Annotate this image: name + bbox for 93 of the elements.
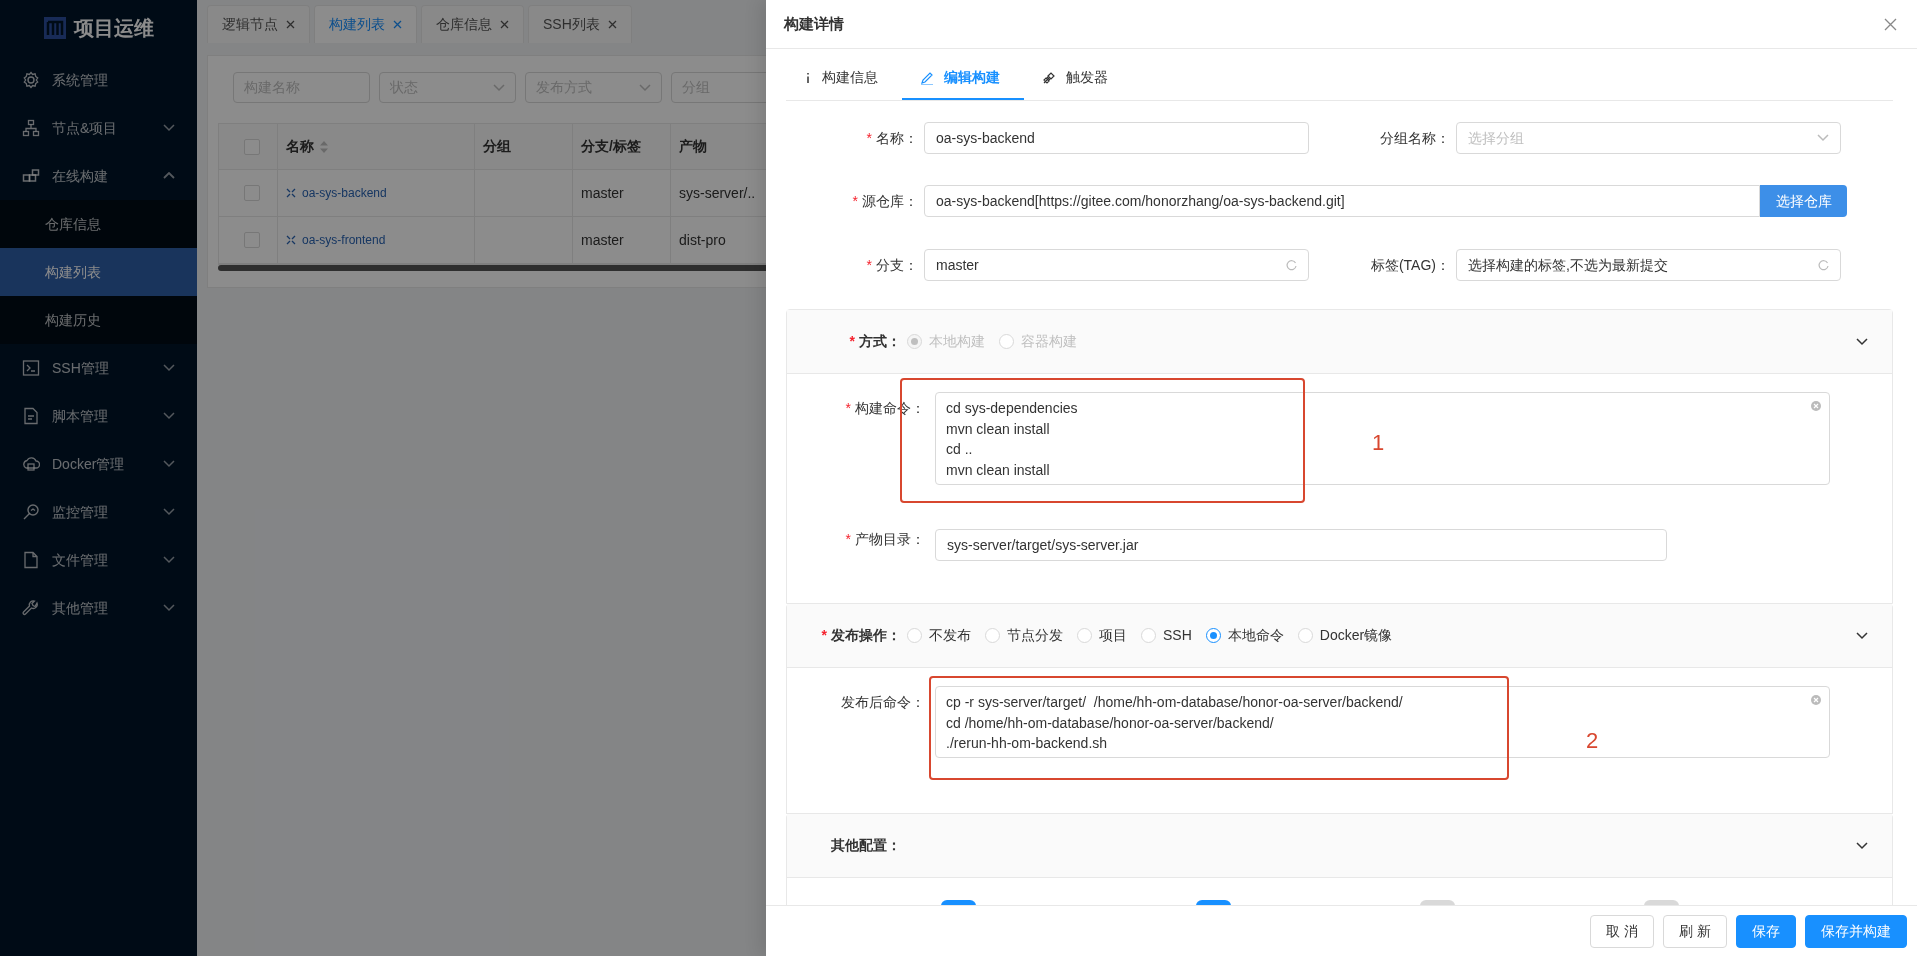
radio-option[interactable]: 节点分发 bbox=[985, 625, 1063, 646]
chevron-down-icon bbox=[639, 83, 651, 92]
close-icon bbox=[500, 20, 509, 29]
sidebar-item[interactable]: 节点&项目 bbox=[0, 104, 197, 152]
required-mark: * bbox=[845, 531, 851, 547]
cloud-icon bbox=[22, 455, 40, 473]
table-cell-text: master bbox=[581, 183, 624, 203]
expand-icon bbox=[286, 235, 296, 245]
field-label: 产物目录： bbox=[855, 531, 925, 547]
required-mark: * bbox=[849, 333, 855, 349]
sidebar-subitem[interactable]: 构建历史 bbox=[0, 296, 197, 344]
field-label: 分支： bbox=[876, 256, 918, 273]
field-label: 分组名称： bbox=[1380, 129, 1450, 146]
tab[interactable]: 触发器 bbox=[1024, 67, 1132, 100]
page-tab[interactable]: 仓库信息 bbox=[421, 5, 524, 43]
chevron-down-icon bbox=[1817, 134, 1829, 142]
chevron-down-icon bbox=[493, 83, 505, 92]
reload-icon bbox=[1817, 259, 1829, 271]
sidebar-item[interactable]: Docker管理 bbox=[0, 440, 197, 488]
column-header: 分组 bbox=[475, 124, 573, 169]
input-field[interactable]: master bbox=[924, 249, 1309, 281]
annotation-label: 2 bbox=[1586, 727, 1599, 755]
magnifier-icon bbox=[22, 503, 40, 521]
sidebar-item[interactable]: 其他管理 bbox=[0, 584, 197, 632]
required-mark: * bbox=[866, 129, 872, 146]
table-cell-text: dist-pro bbox=[679, 230, 726, 250]
field-label: 标签(TAG)： bbox=[1370, 256, 1450, 273]
sidebar-subitem[interactable]: 构建列表 bbox=[0, 248, 197, 296]
close-icon bbox=[607, 20, 617, 29]
column-header: 名称 bbox=[278, 124, 475, 169]
chevron-down-icon bbox=[1856, 631, 1868, 640]
annotation-label: 1 bbox=[1372, 429, 1385, 457]
sidebar-item[interactable]: 在线构建 bbox=[0, 152, 197, 200]
radio-option[interactable]: 不发布 bbox=[907, 625, 971, 646]
tab[interactable]: 编辑构建 bbox=[902, 67, 1024, 100]
sidebar-item[interactable]: SSH管理 bbox=[0, 344, 197, 392]
gear-icon bbox=[22, 71, 40, 89]
terminal-icon bbox=[22, 359, 40, 377]
save-button[interactable]: 保存 bbox=[1736, 914, 1796, 948]
document-icon bbox=[22, 407, 40, 425]
radio-option[interactable]: SSH bbox=[1141, 625, 1192, 646]
field-label: 名称： bbox=[876, 129, 918, 146]
table-cell-text: master bbox=[581, 230, 624, 250]
required-mark: * bbox=[852, 192, 858, 209]
input-field[interactable]: oa-sys-backend bbox=[924, 122, 1309, 154]
chevron-down-icon bbox=[1856, 841, 1868, 850]
select-field[interactable]: 选择构建的标签,不选为最新提交 bbox=[1456, 249, 1841, 281]
radio-option[interactable]: 项目 bbox=[1077, 625, 1127, 646]
column-header: 分支/标签 bbox=[573, 124, 671, 169]
field-label: 发布后命令： bbox=[841, 694, 925, 710]
sidebar-item[interactable]: 系统管理 bbox=[0, 56, 197, 104]
required-mark: * bbox=[866, 256, 872, 273]
action-button[interactable]: 取 消 bbox=[1590, 914, 1655, 948]
save-button[interactable]: 保存并构建 bbox=[1805, 914, 1907, 948]
page-tab[interactable]: 逻辑节点 bbox=[207, 5, 310, 43]
page-tab[interactable]: SSH列表 bbox=[528, 5, 632, 43]
field-label: 发布操作： bbox=[831, 627, 901, 643]
close-icon bbox=[286, 20, 295, 29]
field-label: 源仓库： bbox=[862, 192, 918, 209]
page-tab[interactable]: 构建列表 bbox=[314, 5, 417, 43]
required-mark: * bbox=[821, 627, 827, 643]
expand-icon bbox=[286, 188, 296, 198]
field-label: 方式： bbox=[859, 333, 901, 349]
chevron-down-icon bbox=[1856, 337, 1868, 346]
name-link[interactable]: oa-sys-backend bbox=[302, 184, 387, 202]
name-link[interactable]: oa-sys-frontend bbox=[302, 231, 386, 249]
close-icon[interactable] bbox=[1884, 17, 1897, 31]
sitemap-icon bbox=[22, 119, 40, 137]
sidebar-item[interactable]: 监控管理 bbox=[0, 488, 197, 536]
sidebar-item[interactable]: 脚本管理 bbox=[0, 392, 197, 440]
blocks-icon bbox=[22, 167, 40, 185]
sidebar-item[interactable]: 文件管理 bbox=[0, 536, 197, 584]
clear-icon bbox=[1811, 401, 1821, 411]
drawer-title: 构建详情 bbox=[784, 13, 844, 34]
close-icon bbox=[393, 20, 402, 29]
pencil-icon bbox=[920, 70, 934, 85]
clear-icon bbox=[1811, 695, 1821, 705]
input-field[interactable]: oa-sys-backend[https://gitee.com/honorzhang/oa-sys-backend.git] bbox=[924, 185, 1760, 217]
reload-icon bbox=[1285, 259, 1297, 271]
field-label: 其他配置： bbox=[831, 837, 901, 853]
file-icon bbox=[22, 551, 40, 569]
radio-option[interactable]: 本地命令 bbox=[1205, 625, 1284, 646]
sidebar-subitem[interactable]: 仓库信息 bbox=[0, 200, 197, 248]
link-icon bbox=[1042, 70, 1056, 85]
select-repo-button[interactable]: 选择仓库 bbox=[1760, 185, 1847, 217]
action-button[interactable]: 刷 新 bbox=[1663, 914, 1727, 948]
logo-icon bbox=[43, 17, 66, 39]
table-cell-text: sys-server/.. bbox=[679, 183, 756, 203]
info-icon bbox=[804, 70, 812, 85]
required-mark: * bbox=[845, 400, 851, 416]
logo-title: 项目运维 bbox=[73, 16, 154, 41]
wrench-icon bbox=[22, 599, 40, 617]
radio-option[interactable]: Docker镜像 bbox=[1297, 625, 1393, 646]
